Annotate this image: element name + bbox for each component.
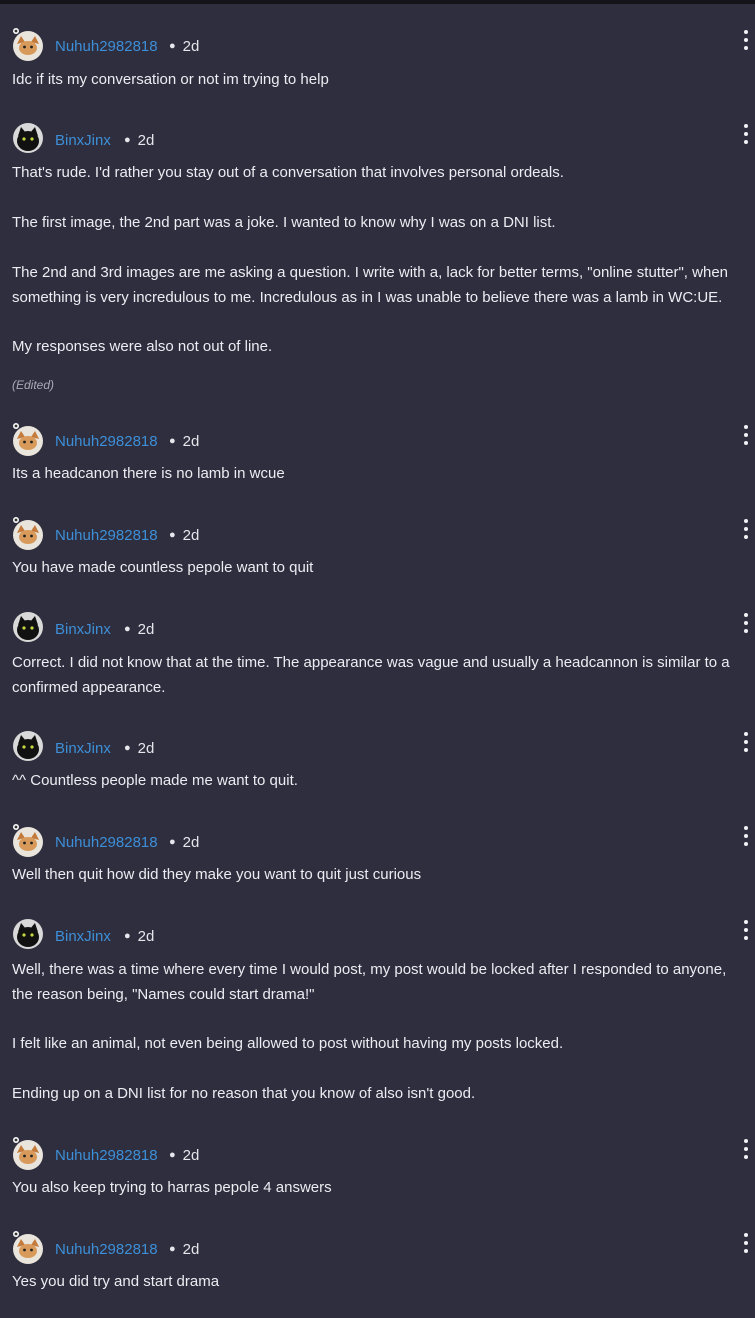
black-cat-avatar-icon (13, 612, 43, 642)
comment-text: The 2nd and 3rd images are me asking a q… (12, 264, 729, 306)
comment-text: Idc if its my conversation or not im try… (12, 71, 329, 88)
comment-header: Nuhuh2982818 ● 2d (0, 822, 755, 862)
cat-avatar-icon (13, 517, 43, 550)
comment-header: Nuhuh2982818 ● 2d (0, 421, 755, 461)
comment-header: BinxJinx ● 2d (0, 609, 755, 649)
cat-avatar-icon (13, 824, 43, 857)
comment-age: ● 2d (124, 928, 155, 945)
comment-text: My responses were also not out of line. (12, 338, 273, 355)
black-cat-avatar-icon (13, 919, 43, 949)
comment-thread: Nuhuh2982818 ● 2d Idc if its my conversat… (0, 0, 755, 1318)
comment-header: Nuhuh2982818 ● 2d (0, 1135, 755, 1175)
comment-age: ● 2d (169, 834, 200, 851)
avatar[interactable] (12, 730, 43, 761)
avatar[interactable] (12, 122, 43, 153)
avatar[interactable] (12, 517, 43, 550)
comment-text: Yes you did try and start drama (12, 1273, 220, 1290)
more-options-icon[interactable] (741, 918, 751, 942)
author-name[interactable]: Nuhuh2982818 (55, 1241, 158, 1258)
comment-text: Ending up on a DNI list for no reason th… (12, 1085, 476, 1102)
avatar[interactable] (12, 1137, 43, 1170)
author-name[interactable]: Nuhuh2982818 (55, 38, 158, 55)
cat-avatar-icon (13, 1231, 43, 1264)
comment-age: ● 2d (124, 740, 155, 757)
more-options-icon[interactable] (741, 611, 751, 635)
author-name[interactable]: Nuhuh2982818 (55, 433, 158, 450)
comment-text: Its a headcanon there is no lamb in wcue (12, 465, 285, 482)
comment-age: ● 2d (169, 1147, 200, 1164)
comment-header: Nuhuh2982818 ● 2d (0, 515, 755, 555)
comment-header: BinxJinx ● 2d (0, 728, 755, 768)
comment-age: ● 2d (169, 527, 200, 544)
author-name[interactable]: BinxJinx (55, 621, 111, 638)
comment-text: You also keep trying to harras pepole 4 … (12, 1179, 332, 1196)
more-options-icon[interactable] (741, 730, 751, 754)
author-name[interactable]: BinxJinx (55, 928, 111, 945)
author-name[interactable]: Nuhuh2982818 (55, 1147, 158, 1164)
comment-age: ● 2d (169, 38, 200, 55)
comment-age: ● 2d (169, 1241, 200, 1258)
black-cat-avatar-icon (13, 123, 43, 153)
comment-text: ^^ Countless people made me want to quit… (12, 772, 298, 789)
author-name[interactable]: Nuhuh2982818 (55, 834, 158, 851)
comment-text: I felt like an animal, not even being al… (12, 1035, 564, 1052)
author-name[interactable]: Nuhuh2982818 (55, 527, 158, 544)
comment-text: Correct. I did not know that at the time… (12, 654, 730, 696)
more-options-icon[interactable] (741, 1231, 751, 1255)
more-options-icon[interactable] (741, 824, 751, 848)
comment-text: That's rude. I'd rather you stay out of … (12, 164, 564, 181)
comment-text: Well, there was a time where every time … (12, 961, 727, 1003)
edited-label: (Edited) (12, 378, 55, 392)
more-options-icon[interactable] (741, 423, 751, 447)
avatar[interactable] (12, 1231, 43, 1264)
author-name[interactable]: BinxJinx (55, 132, 111, 149)
comment-text: The first image, the 2nd part was a joke… (12, 214, 556, 231)
more-options-icon[interactable] (741, 28, 751, 52)
comment-header: BinxJinx ● 2d (0, 120, 755, 160)
comment-header: BinxJinx ● 2d (0, 916, 755, 956)
more-options-icon[interactable] (741, 1137, 751, 1161)
avatar[interactable] (12, 28, 43, 61)
comment-text: Well then quit how did they make you wan… (12, 866, 422, 883)
black-cat-avatar-icon (13, 731, 43, 761)
more-options-icon[interactable] (741, 517, 751, 541)
comment-age: ● 2d (124, 621, 155, 638)
comment-age: ● 2d (169, 433, 200, 450)
comment-header: Nuhuh2982818 ● 2d (0, 26, 755, 66)
comment-age: ● 2d (124, 132, 155, 149)
author-name[interactable]: BinxJinx (55, 740, 111, 757)
avatar[interactable] (12, 824, 43, 857)
avatar[interactable] (12, 918, 43, 949)
cat-avatar-icon (13, 28, 43, 61)
cat-avatar-icon (13, 423, 43, 456)
avatar[interactable] (12, 611, 43, 642)
comment-text: You have made countless pepole want to q… (12, 559, 314, 576)
avatar[interactable] (12, 423, 43, 456)
more-options-icon[interactable] (741, 122, 751, 146)
cat-avatar-icon (13, 1137, 43, 1170)
comment-header: Nuhuh2982818 ● 2d (0, 1229, 755, 1269)
